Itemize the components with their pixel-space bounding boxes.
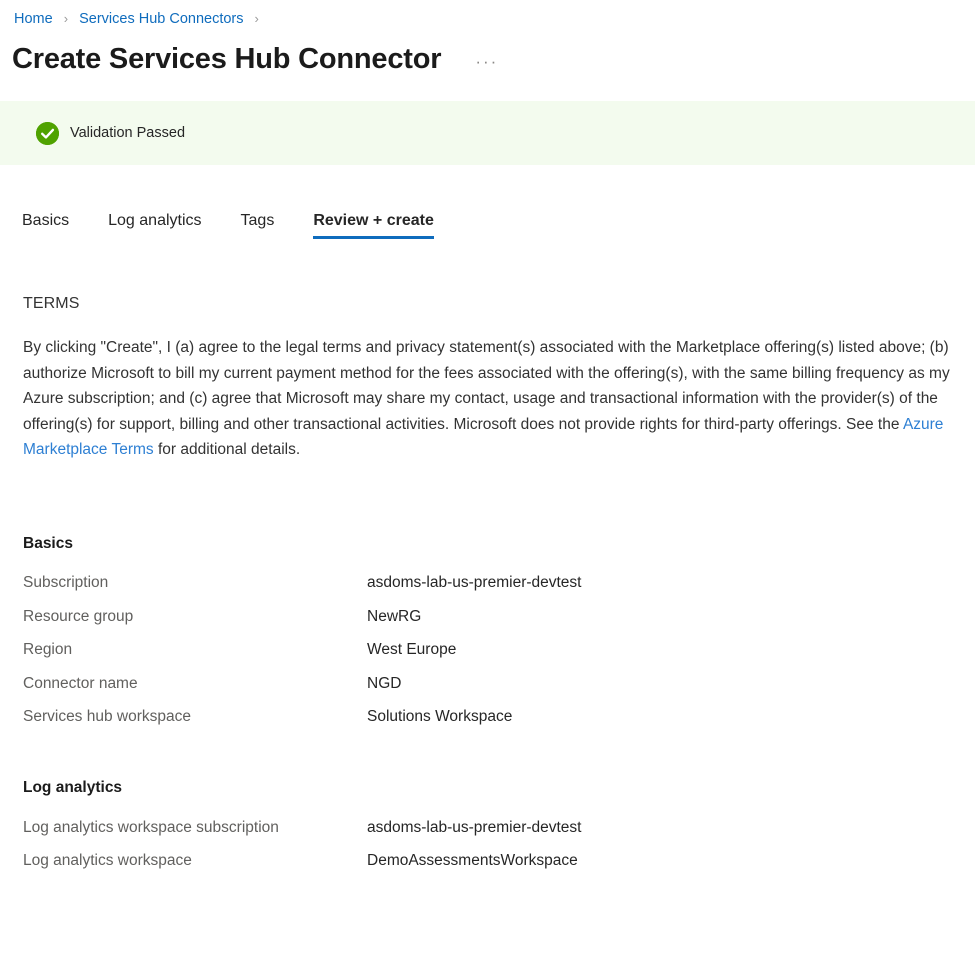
- breadcrumb-chevron-right-icon-2: ›: [254, 11, 259, 26]
- terms-text-after-link: for additional details.: [153, 441, 301, 458]
- more-actions-icon[interactable]: ···: [475, 52, 498, 72]
- table-row: Region West Europe: [23, 634, 582, 668]
- section-log-analytics: Log analytics Log analytics workspace su…: [23, 779, 965, 878]
- create-services-hub-connector-page: Home › Services Hub Connectors › Create …: [0, 0, 975, 962]
- row-label-subscription: Subscription: [23, 574, 109, 592]
- row-label-log-analytics-workspace: Log analytics workspace: [23, 852, 192, 870]
- tab-basics[interactable]: Basics: [22, 212, 69, 239]
- check-circle-icon: [36, 121, 59, 145]
- row-value-services-hub-workspace: Solutions Workspace: [367, 708, 513, 726]
- table-row: Resource group NewRG: [23, 600, 582, 634]
- row-label-region: Region: [23, 641, 73, 659]
- breadcrumb-item-services-hub-connectors[interactable]: Services Hub Connectors: [79, 11, 243, 27]
- breadcrumb: Home › Services Hub Connectors ›: [0, 0, 975, 29]
- tab-tags[interactable]: Tags: [241, 212, 275, 239]
- tab-log-analytics[interactable]: Log analytics: [108, 212, 201, 239]
- wizard-tabs: Basics Log analytics Tags Review + creat…: [0, 201, 975, 239]
- table-row: Subscription asdoms-lab-us-premier-devte…: [23, 567, 582, 601]
- terms-paragraph: By clicking "Create", I (a) agree to the…: [23, 335, 965, 463]
- basics-summary-table: Subscription asdoms-lab-us-premier-devte…: [23, 567, 582, 735]
- section-basics: Basics Subscription asdoms-lab-us-premie…: [23, 535, 965, 735]
- row-value-connector-name: NGD: [367, 674, 402, 692]
- section-basics-title: Basics: [23, 534, 73, 552]
- row-value-region: West Europe: [367, 641, 457, 659]
- terms-text-before-link: By clicking "Create", I (a) agree to the…: [23, 339, 950, 433]
- validation-banner: Validation Passed: [0, 101, 975, 165]
- page-title: Create Services Hub Connector: [12, 43, 442, 75]
- tab-review-create[interactable]: Review + create: [313, 212, 434, 239]
- row-value-subscription: asdoms-lab-us-premier-devtest: [367, 574, 582, 592]
- log-analytics-summary-table: Log analytics workspace subscription asd…: [23, 811, 582, 878]
- table-row: Log analytics workspace DemoAssessmentsW…: [23, 845, 582, 879]
- breadcrumb-item-home[interactable]: Home: [14, 11, 53, 27]
- table-row: Services hub workspace Solutions Workspa…: [23, 701, 582, 735]
- row-value-log-analytics-workspace-subscription: asdoms-lab-us-premier-devtest: [367, 818, 582, 836]
- review-content: TERMS By clicking "Create", I (a) agree …: [0, 295, 975, 878]
- section-log-analytics-title: Log analytics: [23, 779, 123, 796]
- breadcrumb-chevron-right-icon-1: ›: [63, 11, 69, 26]
- row-value-resource-group: NewRG: [367, 607, 422, 625]
- row-label-connector-name: Connector name: [23, 674, 138, 692]
- terms-heading: TERMS: [23, 295, 80, 312]
- row-label-log-analytics-workspace-subscription: Log analytics workspace subscription: [23, 818, 279, 836]
- title-row: Create Services Hub Connector ···: [0, 29, 975, 77]
- row-label-services-hub-workspace: Services hub workspace: [23, 708, 191, 726]
- row-label-resource-group: Resource group: [23, 607, 134, 625]
- table-row: Log analytics workspace subscription asd…: [23, 811, 582, 845]
- validation-status-text: Validation Passed: [70, 125, 186, 141]
- row-value-log-analytics-workspace: DemoAssessmentsWorkspace: [367, 852, 578, 870]
- table-row: Connector name NGD: [23, 667, 582, 701]
